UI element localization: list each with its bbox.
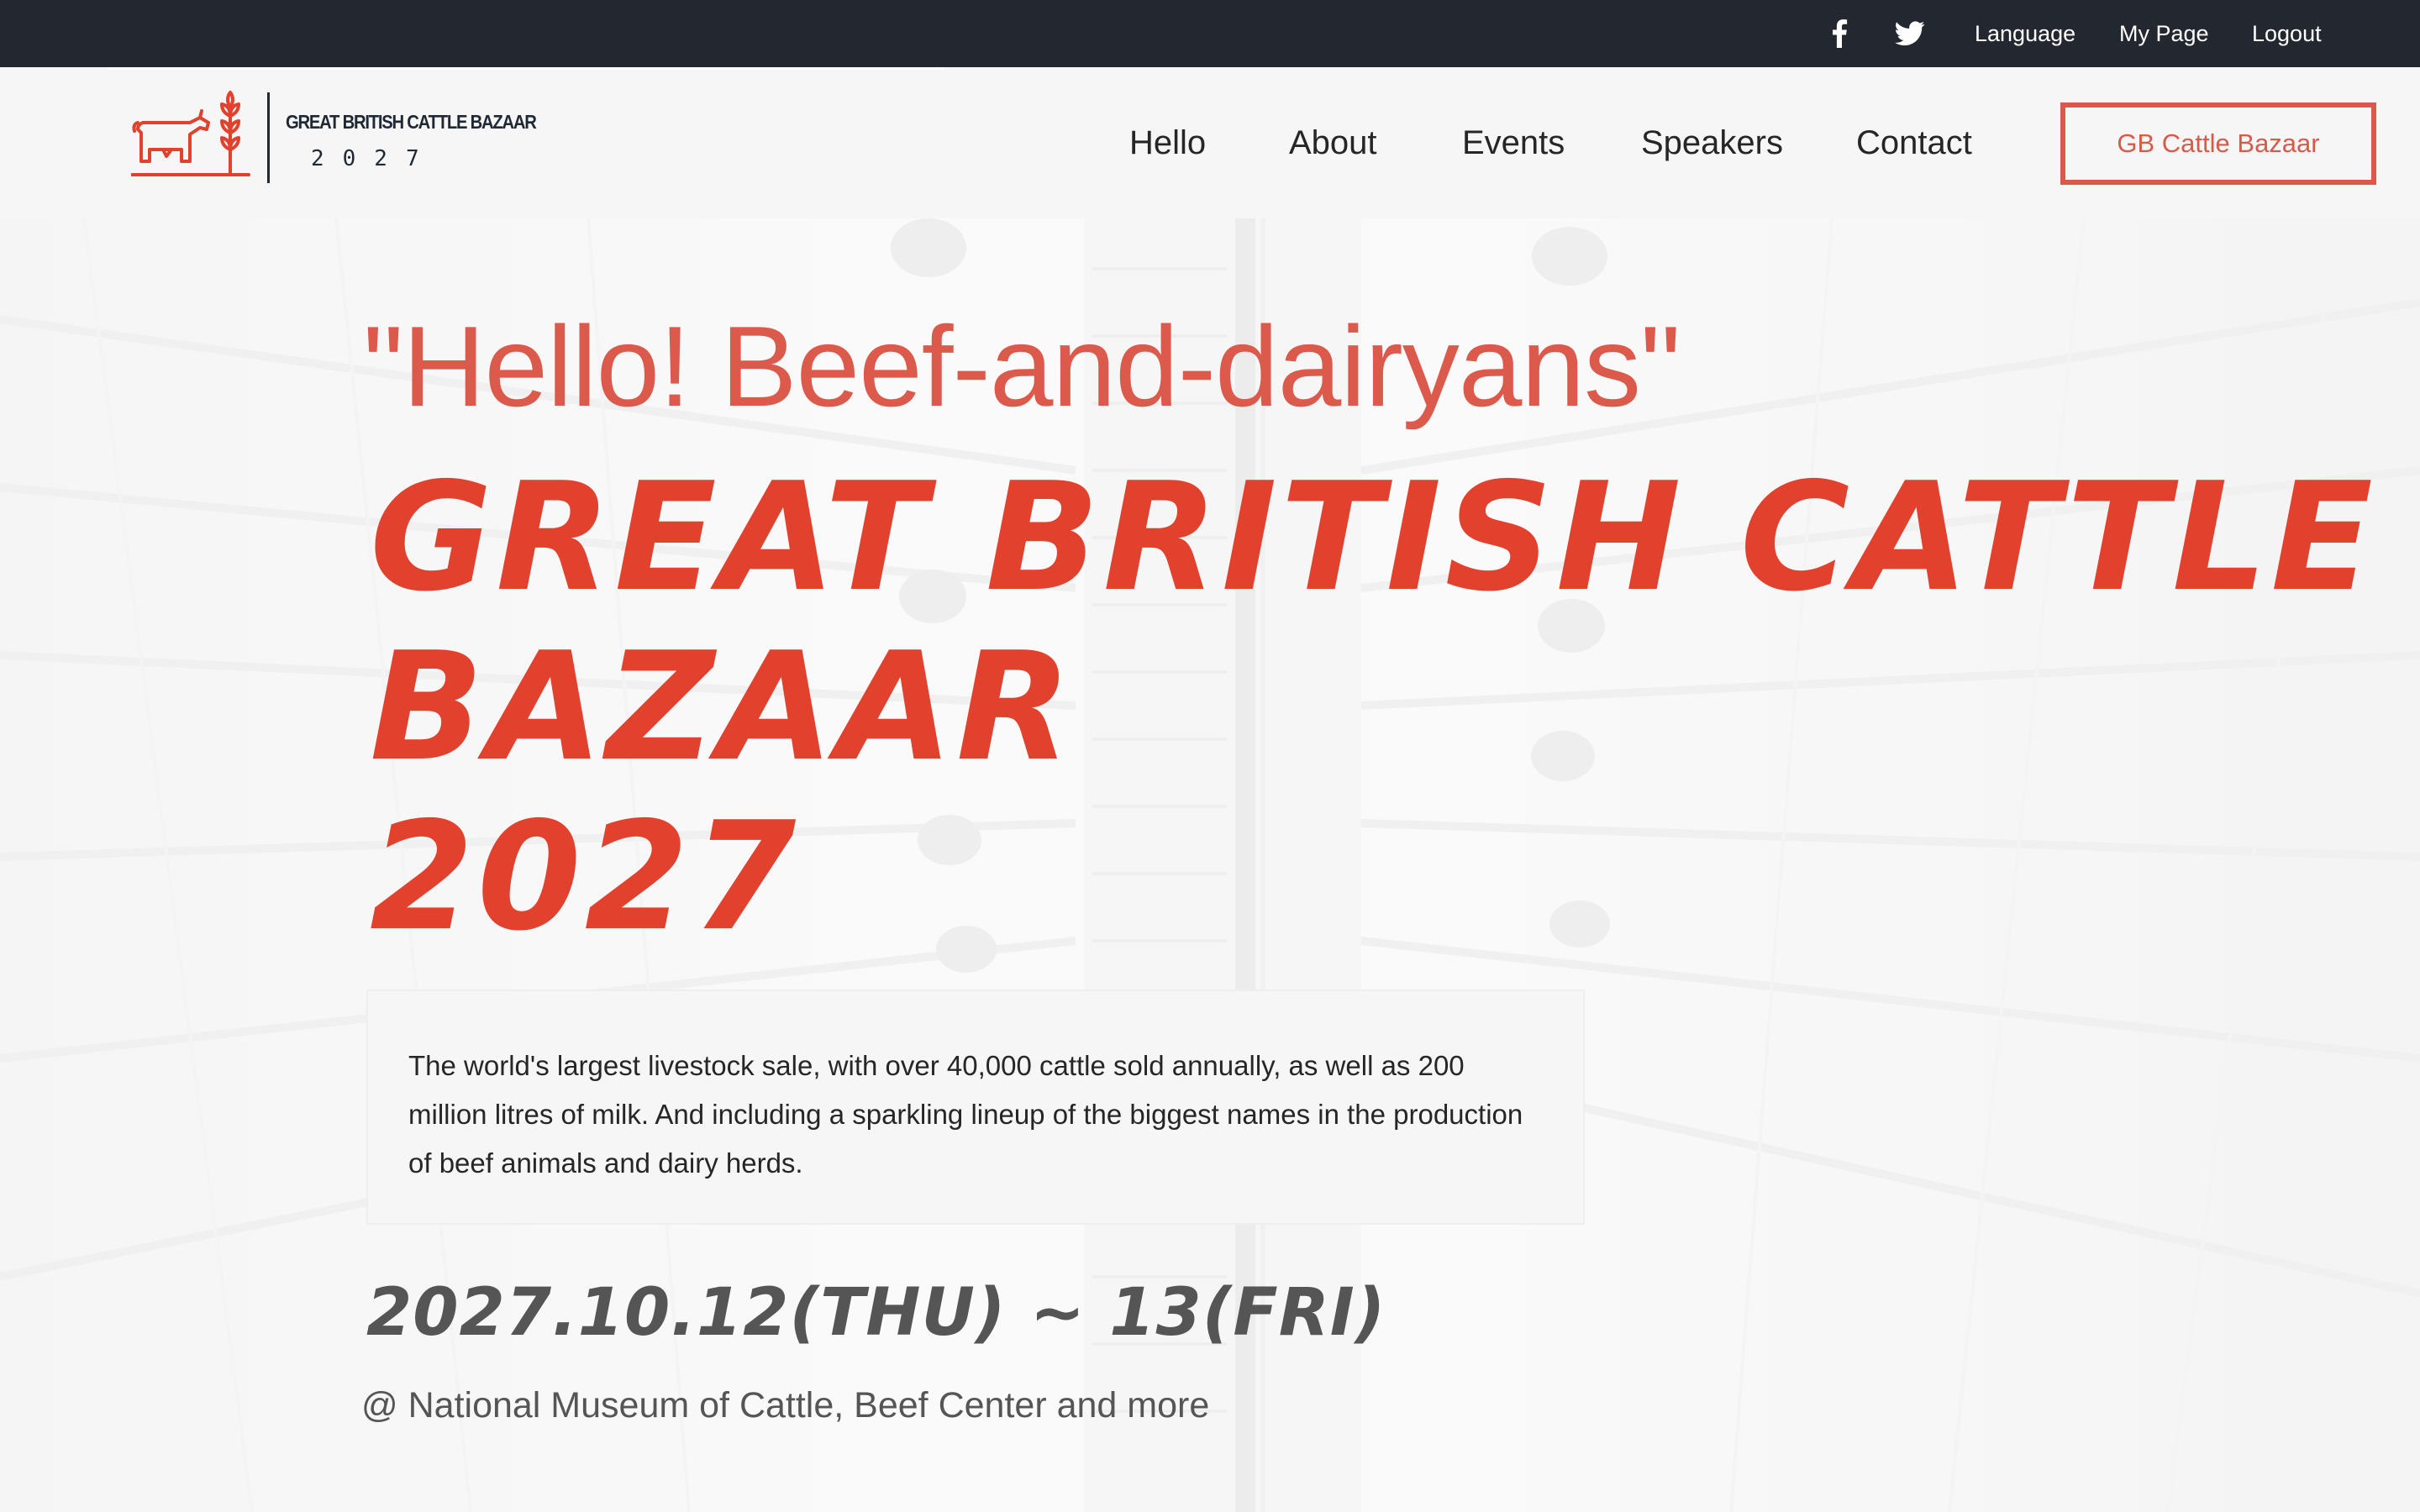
- hero-description: The world's largest livestock sale, with…: [408, 1050, 1523, 1179]
- nav-hello[interactable]: Hello: [1129, 118, 1206, 168]
- language-link[interactable]: Language: [1975, 18, 2075, 49]
- nav-about[interactable]: About: [1289, 118, 1377, 168]
- hero-title-line-3: 2027: [370, 790, 800, 963]
- logo-title: GREAT BRITISH CATTLE BAZAAR: [286, 111, 537, 133]
- site-header: GREAT BRITISH CATTLE BAZAAR 2027 Hello A…: [0, 67, 2420, 218]
- nav-events[interactable]: Events: [1462, 118, 1565, 168]
- header-edge-highlight: [108, 67, 944, 70]
- hero-title-line-1: GREAT BRITISH CATTLE: [370, 450, 2376, 624]
- hero-title-line-2: BAZAAR: [370, 620, 1076, 794]
- site-logo[interactable]: GREAT BRITISH CATTLE BAZAAR 2027: [131, 87, 537, 188]
- logo-divider: [267, 92, 270, 183]
- cow-wheat-icon: [131, 91, 250, 176]
- logo-year: 2027: [311, 146, 438, 171]
- gb-cattle-bazaar-button[interactable]: GB Cattle Bazaar: [2060, 102, 2376, 185]
- twitter-icon[interactable]: [1892, 18, 1928, 49]
- my-page-link[interactable]: My Page: [2119, 18, 2209, 49]
- nav-speakers[interactable]: Speakers: [1641, 118, 1783, 168]
- nav-contact[interactable]: Contact: [1856, 118, 1972, 168]
- event-date: 2027.10.12(THU) ~ 13(FRI): [366, 1275, 1386, 1351]
- hero-greeting: "Hello! Beef-and-dairyans": [363, 302, 1681, 430]
- hero-description-box: The world's largest livestock sale, with…: [366, 990, 1585, 1225]
- facebook-icon[interactable]: [1827, 18, 1852, 49]
- top-utility-bar: Language My Page Logout: [0, 0, 2420, 67]
- event-venue: @ National Museum of Cattle, Beef Center…: [361, 1385, 1210, 1425]
- logout-link[interactable]: Logout: [2252, 18, 2322, 49]
